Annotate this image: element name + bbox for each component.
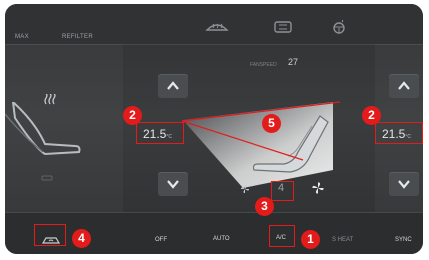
callout-2-left: 2 bbox=[123, 106, 142, 125]
callout-1: 1 bbox=[301, 230, 320, 249]
annotation-lines bbox=[181, 101, 341, 161]
left-temperature-highlight-box bbox=[136, 122, 184, 144]
right-temperature-highlight-box bbox=[375, 122, 423, 144]
fan-speed-highlight-box bbox=[271, 181, 294, 201]
callout-5: 5 bbox=[262, 114, 281, 133]
ac-highlight-box bbox=[269, 225, 295, 247]
recirculation-highlight-box bbox=[34, 224, 66, 246]
callout-3: 3 bbox=[255, 197, 274, 216]
climate-screen: MAX REFILTER FANSPEED 27 21.5°C 21.5°C 4… bbox=[0, 0, 429, 260]
callout-4: 4 bbox=[72, 229, 91, 248]
callout-2-right: 2 bbox=[362, 106, 381, 125]
